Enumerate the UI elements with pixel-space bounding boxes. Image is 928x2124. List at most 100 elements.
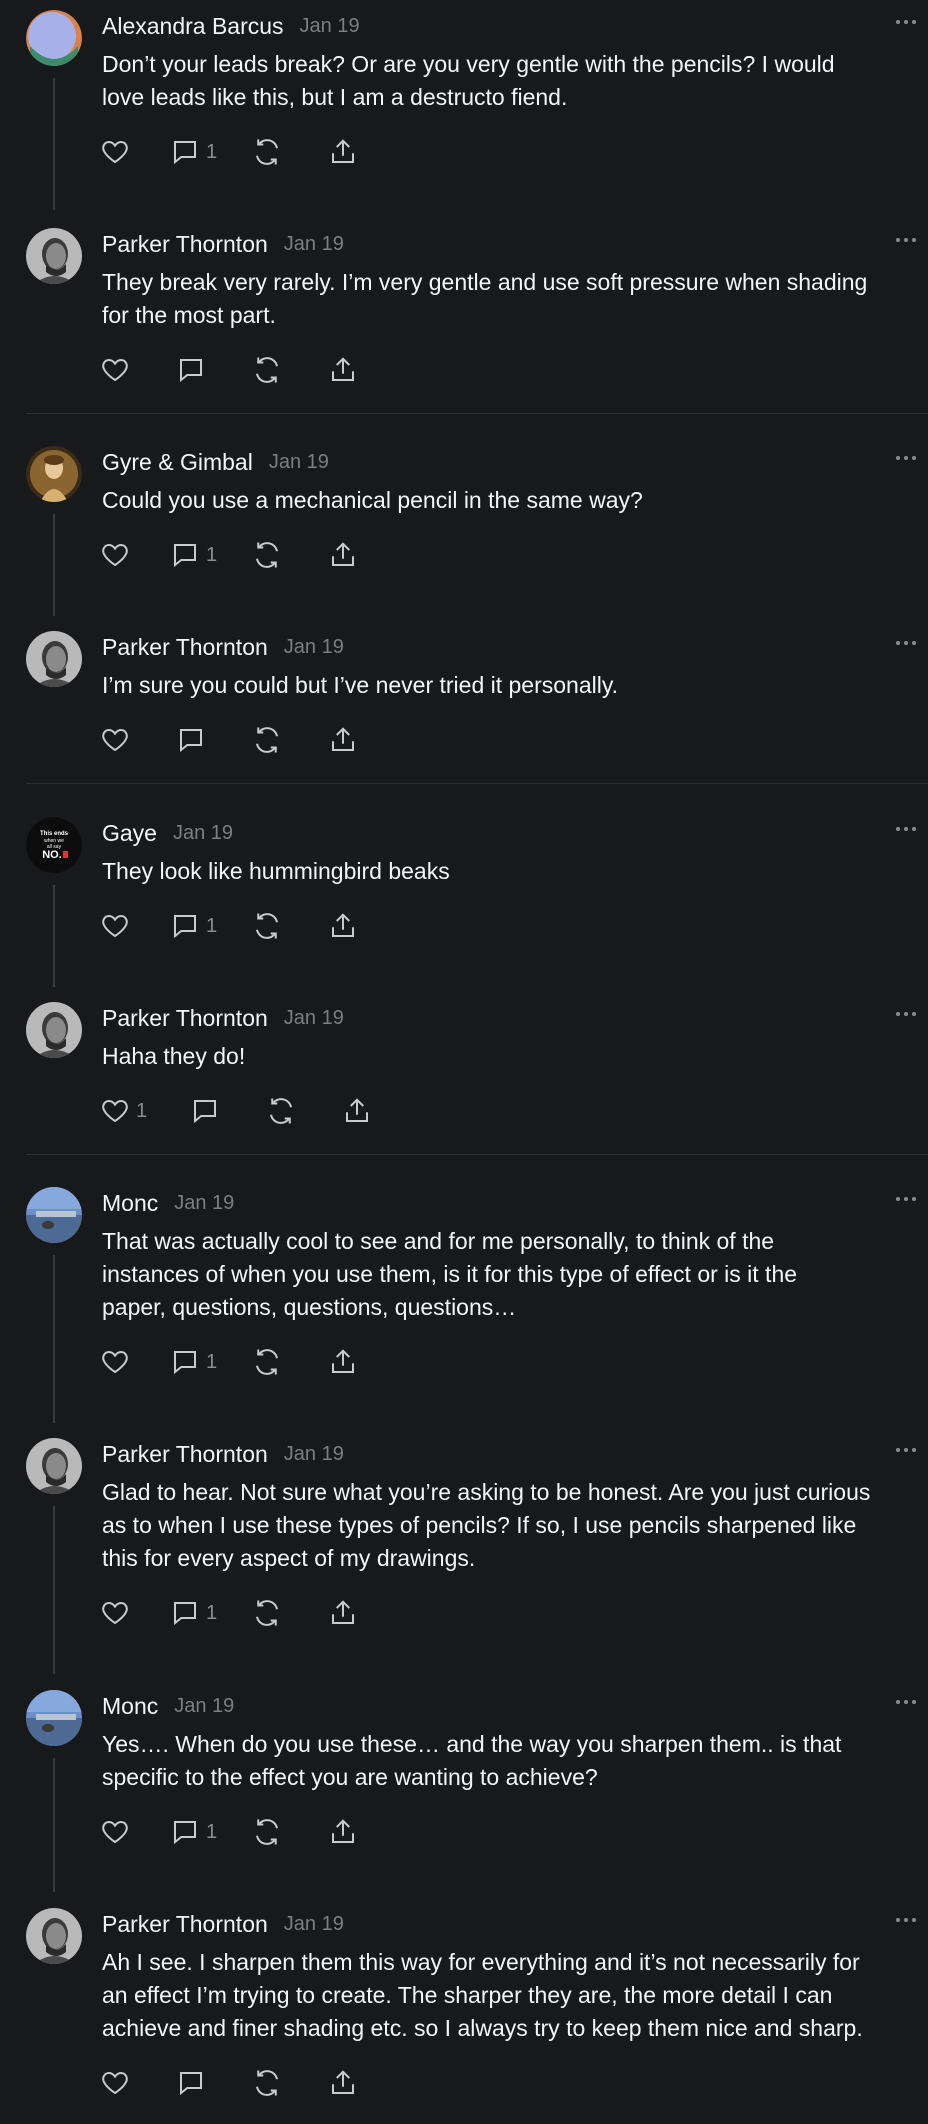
reply-count: 1 (206, 914, 218, 937)
repost-button[interactable] (252, 1815, 328, 1849)
avatar[interactable] (26, 446, 82, 502)
share-button[interactable] (328, 538, 358, 572)
avatar[interactable] (26, 631, 82, 687)
comment-icon (194, 1100, 216, 1124)
avatar[interactable] (26, 1438, 82, 1494)
share-button[interactable] (328, 1345, 358, 1379)
more-icon[interactable] (894, 1912, 918, 1928)
reply-button[interactable] (176, 723, 252, 757)
like-button[interactable]: 1 (100, 1094, 190, 1128)
author-name[interactable]: Parker Thornton (102, 634, 268, 661)
share-button[interactable] (342, 1094, 372, 1128)
repost-icon (256, 1349, 278, 1375)
author-name[interactable]: Parker Thornton (102, 1005, 268, 1032)
post-date[interactable]: Jan 19 (284, 1913, 344, 1936)
comment-icon (174, 1602, 196, 1626)
share-button[interactable] (328, 1815, 358, 1849)
more-icon[interactable] (894, 450, 918, 466)
repost-button[interactable] (252, 1596, 328, 1630)
share-button[interactable] (328, 353, 358, 387)
reply-button[interactable] (176, 353, 252, 387)
like-button[interactable] (100, 135, 170, 169)
share-icon (332, 727, 354, 751)
reply-button[interactable]: 1 (170, 1596, 252, 1630)
more-icon[interactable] (894, 1694, 918, 1710)
avatar[interactable] (26, 1002, 82, 1058)
share-button[interactable] (328, 723, 358, 757)
avatar-line: NO. (42, 849, 62, 861)
reply-button[interactable] (176, 2066, 252, 2100)
post-date[interactable]: Jan 19 (174, 1695, 234, 1718)
post-date[interactable]: Jan 19 (269, 451, 329, 474)
post-date[interactable]: Jan 19 (284, 1007, 344, 1030)
avatar-line: This ends (40, 831, 69, 837)
post-text: Glad to hear. Not sure what you’re askin… (102, 1479, 871, 1571)
post-date[interactable]: Jan 19 (300, 15, 360, 38)
author-name[interactable]: Parker Thornton (102, 1441, 268, 1468)
author-name[interactable]: Gyre & Gimbal (102, 449, 253, 476)
share-button[interactable] (328, 2066, 358, 2100)
avatar[interactable] (26, 1187, 82, 1243)
avatar[interactable] (26, 1690, 82, 1746)
comment-icon (180, 359, 202, 383)
repost-button[interactable] (252, 723, 328, 757)
repost-button[interactable] (252, 353, 328, 387)
post-date[interactable]: Jan 19 (284, 1443, 344, 1466)
repost-button[interactable] (252, 538, 328, 572)
more-icon[interactable] (894, 1006, 918, 1022)
author-name[interactable]: Alexandra Barcus (102, 13, 284, 40)
divider (26, 413, 928, 414)
repost-button[interactable] (252, 909, 328, 943)
repost-icon (256, 357, 278, 383)
author-name[interactable]: Parker Thornton (102, 231, 268, 258)
post-date[interactable]: Jan 19 (173, 822, 233, 845)
repost-button[interactable] (252, 135, 328, 169)
reply-count: 1 (206, 140, 218, 163)
post-date[interactable]: Jan 19 (174, 1192, 234, 1215)
repost-button[interactable] (266, 1094, 342, 1128)
more-icon[interactable] (894, 635, 918, 651)
like-button[interactable] (100, 723, 176, 757)
share-button[interactable] (328, 1596, 358, 1630)
like-button[interactable] (100, 909, 170, 943)
repost-button[interactable] (252, 1345, 328, 1379)
more-icon[interactable] (894, 1442, 918, 1458)
more-icon[interactable] (894, 14, 918, 30)
like-button[interactable] (100, 1815, 170, 1849)
author-name[interactable]: Gaye (102, 820, 157, 847)
avatar[interactable]: This ends when we all say NO. (26, 817, 82, 873)
heart-icon (102, 1820, 128, 1844)
like-button[interactable] (100, 538, 170, 572)
reply-button[interactable]: 1 (170, 1345, 252, 1379)
share-button[interactable] (328, 909, 358, 943)
reply-button[interactable]: 1 (170, 1815, 252, 1849)
more-icon[interactable] (894, 821, 918, 837)
post-text: They break very rarely. I’m very gentle … (102, 269, 868, 328)
reply-button[interactable]: 1 (170, 538, 252, 572)
reply-count: 1 (206, 1601, 218, 1624)
post-date[interactable]: Jan 19 (284, 636, 344, 659)
more-icon[interactable] (894, 1191, 918, 1207)
more-icon[interactable] (894, 232, 918, 248)
share-icon (332, 2070, 354, 2094)
reply-button[interactable]: 1 (170, 135, 252, 169)
like-button[interactable] (100, 2066, 176, 2100)
like-button[interactable] (100, 353, 176, 387)
author-name[interactable]: Monc (102, 1190, 158, 1217)
like-button[interactable] (100, 1596, 170, 1630)
like-button[interactable] (100, 1345, 170, 1379)
reply-count: 1 (206, 543, 218, 566)
avatar[interactable] (26, 228, 82, 284)
share-icon (332, 542, 354, 566)
reply-count: 1 (206, 1820, 218, 1843)
thread-line (53, 1758, 55, 1892)
author-name[interactable]: Parker Thornton (102, 1911, 268, 1938)
reply-button[interactable]: 1 (170, 909, 252, 943)
share-button[interactable] (328, 135, 358, 169)
avatar[interactable] (26, 10, 82, 66)
reply-button[interactable] (190, 1094, 266, 1128)
post-date[interactable]: Jan 19 (284, 233, 344, 256)
avatar[interactable] (26, 1908, 82, 1964)
author-name[interactable]: Monc (102, 1693, 158, 1720)
repost-button[interactable] (252, 2066, 328, 2100)
